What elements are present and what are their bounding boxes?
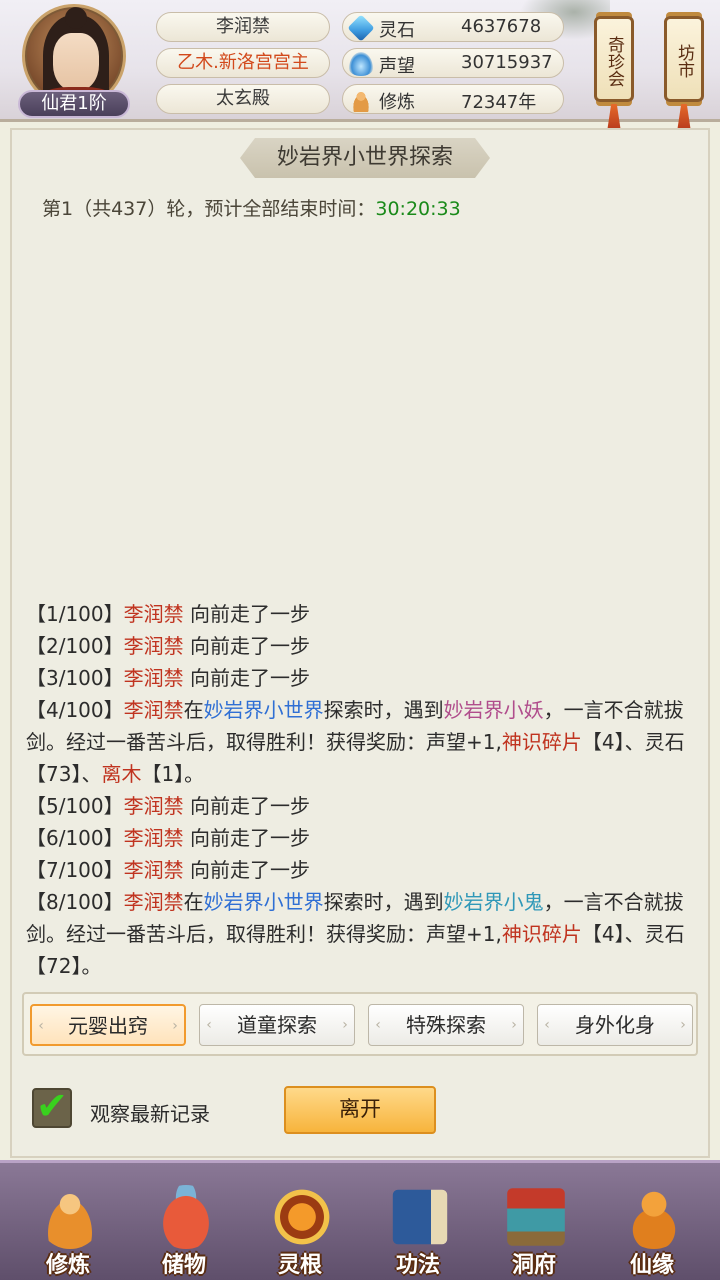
meditate-icon [38, 1185, 102, 1249]
chevron-left-icon: ‹ [544, 1017, 550, 1033]
nav-item-cultivate[interactable]: 修炼 [8, 1163, 128, 1280]
player-name: 李润禁 [156, 12, 330, 42]
chevron-left-icon: ‹ [38, 1018, 44, 1034]
tab-special-explore[interactable]: ‹ 特殊探索 › [368, 1004, 524, 1046]
rank-label: 仙君1阶 [18, 90, 130, 118]
cultivation-counter: 修炼 72347年 [342, 84, 564, 114]
player-title: 乙木.新洛宫宫主 [156, 48, 330, 78]
spirit-stone-icon [347, 14, 375, 42]
fame-icon [349, 52, 373, 76]
log-entry: 【2/100】李润禁 向前走了一步 [26, 634, 310, 658]
storage-bag-icon [154, 1185, 218, 1249]
tab-avatar-clone[interactable]: ‹ 身外化身 › [537, 1004, 693, 1046]
nav-item-storage[interactable]: 储物 [124, 1163, 244, 1280]
chevron-left-icon: ‹ [206, 1017, 212, 1033]
avatar[interactable]: 仙君1阶 [14, 4, 134, 118]
chevron-right-icon: › [680, 1017, 686, 1033]
market-button[interactable]: 坊市 [664, 16, 704, 102]
chevron-right-icon: › [342, 1017, 348, 1033]
nav-item-technique[interactable]: 功法 [358, 1163, 478, 1280]
fame-counter: 声望 30715937 [342, 48, 564, 78]
nav-item-cave-dwelling[interactable]: 洞府 [474, 1163, 594, 1280]
log-entry: 【5/100】李润禁 向前走了一步 [26, 794, 310, 818]
tab-nascent-soul[interactable]: ‹ 元婴出窍 › [30, 1004, 186, 1046]
round-status: 第1（共437）轮，预计全部结束时间：30:20:33 [42, 198, 461, 220]
checkmark-icon: ✔ [36, 1084, 68, 1128]
top-status-bar: 仙君1阶 李润禁 乙木.新洛宫宫主 太玄殿 灵石 4637678 声望 3071… [0, 0, 720, 132]
leave-button[interactable]: 离开 [284, 1086, 436, 1134]
chevron-right-icon: › [511, 1017, 517, 1033]
spirit-root-icon [270, 1185, 334, 1249]
cave-dwelling-icon [507, 1188, 565, 1246]
log-entry: 【6/100】李润禁 向前走了一步 [26, 826, 310, 850]
chevron-left-icon: ‹ [375, 1017, 381, 1033]
treasure-auction-button[interactable]: 奇珍会 [594, 16, 634, 102]
player-location: 太玄殿 [156, 84, 330, 114]
chevron-right-icon: › [172, 1018, 178, 1034]
watch-latest-label: 观察最新记录 [90, 1102, 210, 1126]
finish-time: 30:20:33 [375, 198, 461, 220]
technique-book-icon [392, 1189, 448, 1245]
log-entry: 【4/100】李润禁在妙岩界小世界探索时，遇到妙岩界小妖，一言不合就拔剑。经过一… [26, 698, 685, 786]
log-entry: 【7/100】李润禁 向前走了一步 [26, 858, 310, 882]
nav-item-immortal-fate[interactable]: 仙缘 [592, 1163, 712, 1280]
gourd-icon [622, 1185, 686, 1249]
watch-latest-checkbox[interactable]: ✔ [32, 1084, 72, 1128]
cultivation-icon [349, 88, 373, 112]
log-entry: 【8/100】李润禁在妙岩界小世界探索时，遇到妙岩界小鬼，一言不合就拔剑。经过一… [26, 890, 685, 978]
panel-title: 妙岩界小世界探索 [240, 138, 490, 178]
log-entry: 【1/100】李润禁 向前走了一步 [26, 602, 310, 626]
spirit-stone-counter: 灵石 4637678 [342, 12, 564, 42]
bottom-nav-bar: 修炼 储物 灵根 功法 洞府 仙缘 [0, 1160, 720, 1280]
log-entry: 【3/100】李润禁 向前走了一步 [26, 666, 310, 690]
exploration-log[interactable]: 【1/100】李润禁 向前走了一步 【2/100】李润禁 向前走了一步 【3/1… [26, 598, 698, 982]
exploration-mode-tabs: ‹ 元婴出窍 › ‹ 道童探索 › ‹ 特殊探索 › ‹ 身外化身 › [22, 992, 698, 1056]
tab-disciple-explore[interactable]: ‹ 道童探索 › [199, 1004, 355, 1046]
nav-item-spirit-root[interactable]: 灵根 [240, 1163, 360, 1280]
